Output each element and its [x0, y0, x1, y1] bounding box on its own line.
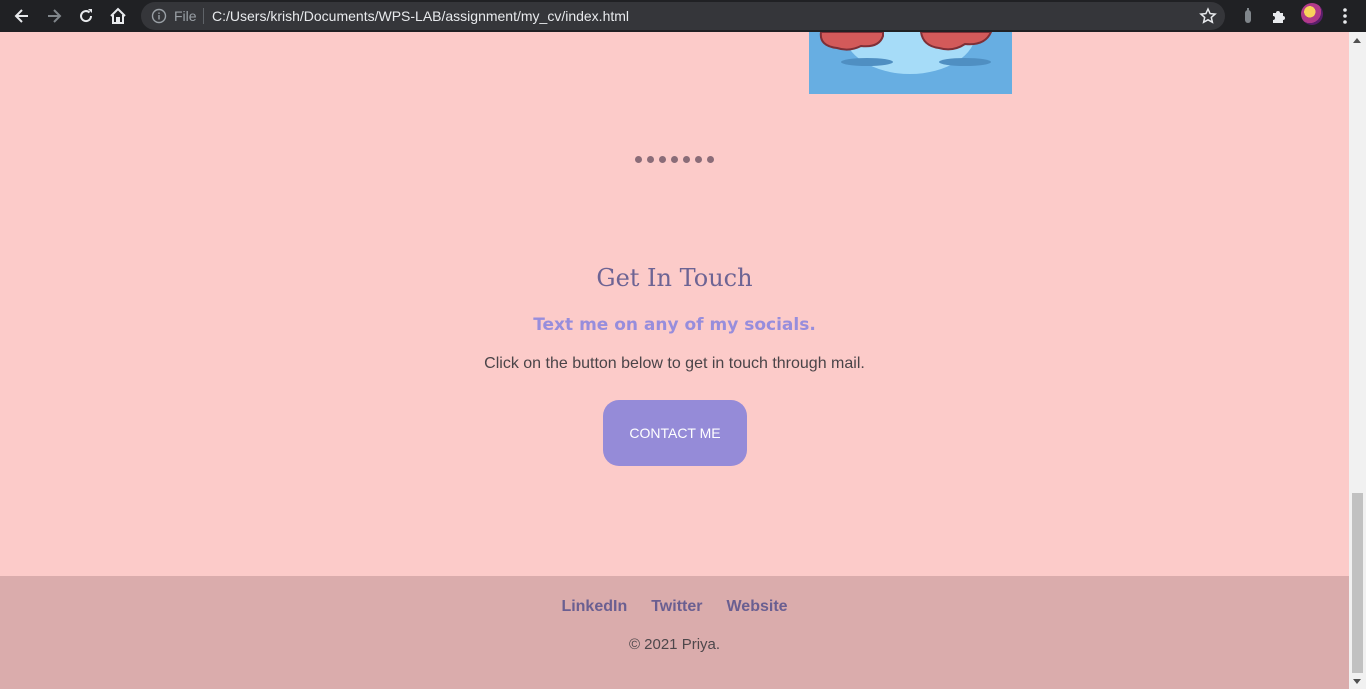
- contact-subtitle: Text me on any of my socials.: [533, 315, 816, 335]
- scroll-thumb[interactable]: [1352, 493, 1363, 673]
- extension-icon[interactable]: [1237, 5, 1259, 27]
- scroll-up-arrow-icon[interactable]: [1353, 38, 1361, 43]
- home-icon[interactable]: [106, 4, 130, 28]
- menu-icon[interactable]: [1334, 5, 1356, 27]
- illustration-image: [809, 32, 1012, 94]
- carousel-dot[interactable]: [683, 156, 690, 163]
- reload-icon[interactable]: [74, 4, 98, 28]
- url-text[interactable]: C:/Users/krish/Documents/WPS-LAB/assignm…: [212, 2, 629, 30]
- info-icon[interactable]: [151, 8, 167, 24]
- star-icon[interactable]: [1199, 7, 1217, 25]
- puzzle-icon[interactable]: [1268, 5, 1290, 27]
- carousel-dot[interactable]: [707, 156, 714, 163]
- back-icon[interactable]: [10, 4, 34, 28]
- forward-icon[interactable]: [42, 4, 66, 28]
- footer-link-website[interactable]: Website: [726, 598, 787, 616]
- page-viewport: Get In Touch Text me on any of my social…: [0, 32, 1349, 689]
- contact-me-button[interactable]: CONTACT ME: [603, 400, 747, 466]
- carousel-dot[interactable]: [671, 156, 678, 163]
- contact-description: Click on the button below to get in touc…: [484, 355, 865, 372]
- footer: LinkedIn Twitter Website © 2021 Priya.: [0, 576, 1349, 689]
- copyright-text: © 2021 Priya.: [628, 636, 721, 653]
- scroll-down-arrow-icon[interactable]: [1353, 679, 1361, 684]
- contact-title: Get In Touch: [596, 264, 753, 292]
- carousel-dot[interactable]: [635, 156, 642, 163]
- carousel-dot[interactable]: [695, 156, 702, 163]
- browser-toolbar: File C:/Users/krish/Documents/WPS-LAB/as…: [0, 0, 1366, 32]
- footer-link-twitter[interactable]: Twitter: [651, 598, 702, 616]
- address-bar[interactable]: File C:/Users/krish/Documents/WPS-LAB/as…: [141, 2, 1225, 30]
- vertical-scrollbar[interactable]: [1349, 32, 1366, 689]
- avatar[interactable]: [1301, 3, 1323, 25]
- carousel-dot[interactable]: [659, 156, 666, 163]
- footer-links: LinkedIn Twitter Website: [0, 598, 1349, 616]
- omnibox-file-label: File: [174, 8, 197, 24]
- footer-link-linkedin[interactable]: LinkedIn: [561, 598, 627, 616]
- omnibox-separator: [203, 8, 204, 24]
- carousel-dots: [0, 156, 1349, 163]
- carousel-dot[interactable]: [647, 156, 654, 163]
